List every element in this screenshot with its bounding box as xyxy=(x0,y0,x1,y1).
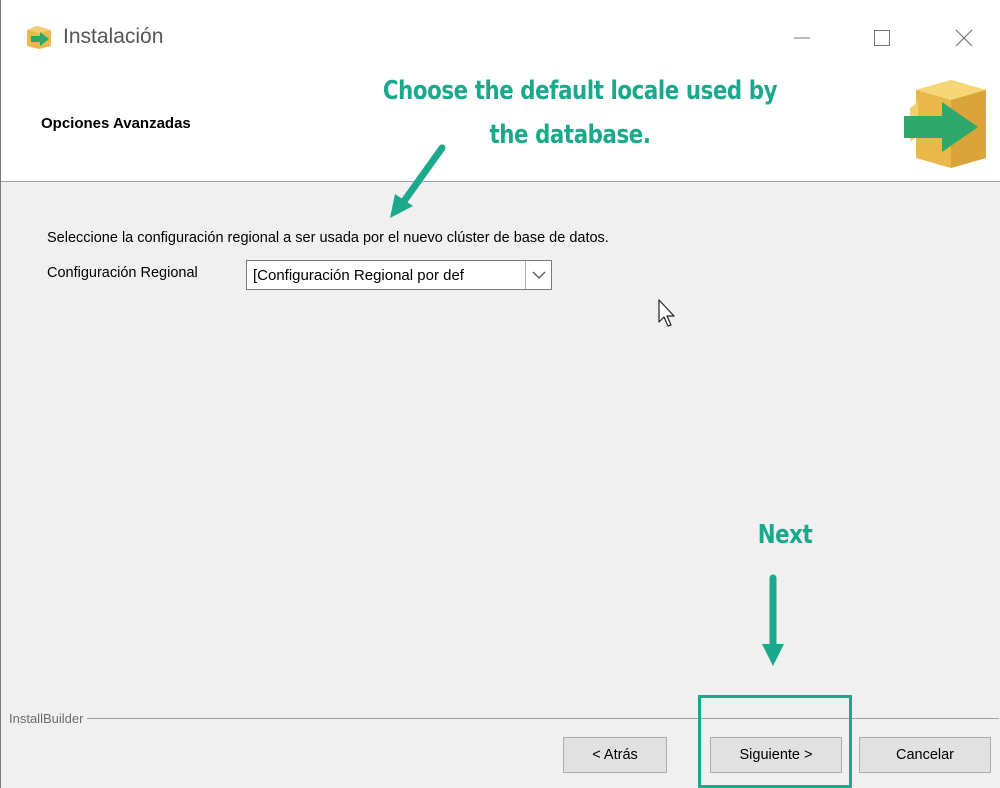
next-highlight-box xyxy=(698,695,852,788)
installbuilder-brand: InstallBuilder xyxy=(9,711,88,726)
cancel-button[interactable]: Cancelar xyxy=(859,737,991,773)
installer-window: Instalación Opciones Avanzadas Seleccion… xyxy=(0,0,1000,788)
locale-select[interactable]: [Configuración Regional por def xyxy=(246,260,552,290)
minimize-icon xyxy=(794,37,810,39)
chevron-down-icon[interactable] xyxy=(525,261,551,289)
maximize-icon xyxy=(874,30,890,46)
minimize-button[interactable] xyxy=(779,20,825,56)
title-bar: Instalación xyxy=(1,0,1000,82)
locale-description: Seleccione la configuración regional a s… xyxy=(47,230,609,246)
mouse-cursor-icon xyxy=(657,298,677,328)
installer-box-arrow-icon xyxy=(896,72,996,172)
page-title: Opciones Avanzadas xyxy=(41,115,191,132)
close-icon xyxy=(955,29,973,47)
maximize-button[interactable] xyxy=(859,20,905,56)
app-icon xyxy=(25,24,53,50)
annotation-next: Next xyxy=(757,520,813,550)
annotation-locale-line1: Choose the default locale used by xyxy=(382,76,778,106)
close-button[interactable] xyxy=(941,20,987,56)
window-title: Instalación xyxy=(63,25,164,48)
annotation-locale-line2: the database. xyxy=(489,120,651,150)
locale-select-value: [Configuración Regional por def xyxy=(253,266,464,284)
locale-label: Configuración Regional xyxy=(47,265,198,281)
back-button[interactable]: < Atrás xyxy=(563,737,667,773)
